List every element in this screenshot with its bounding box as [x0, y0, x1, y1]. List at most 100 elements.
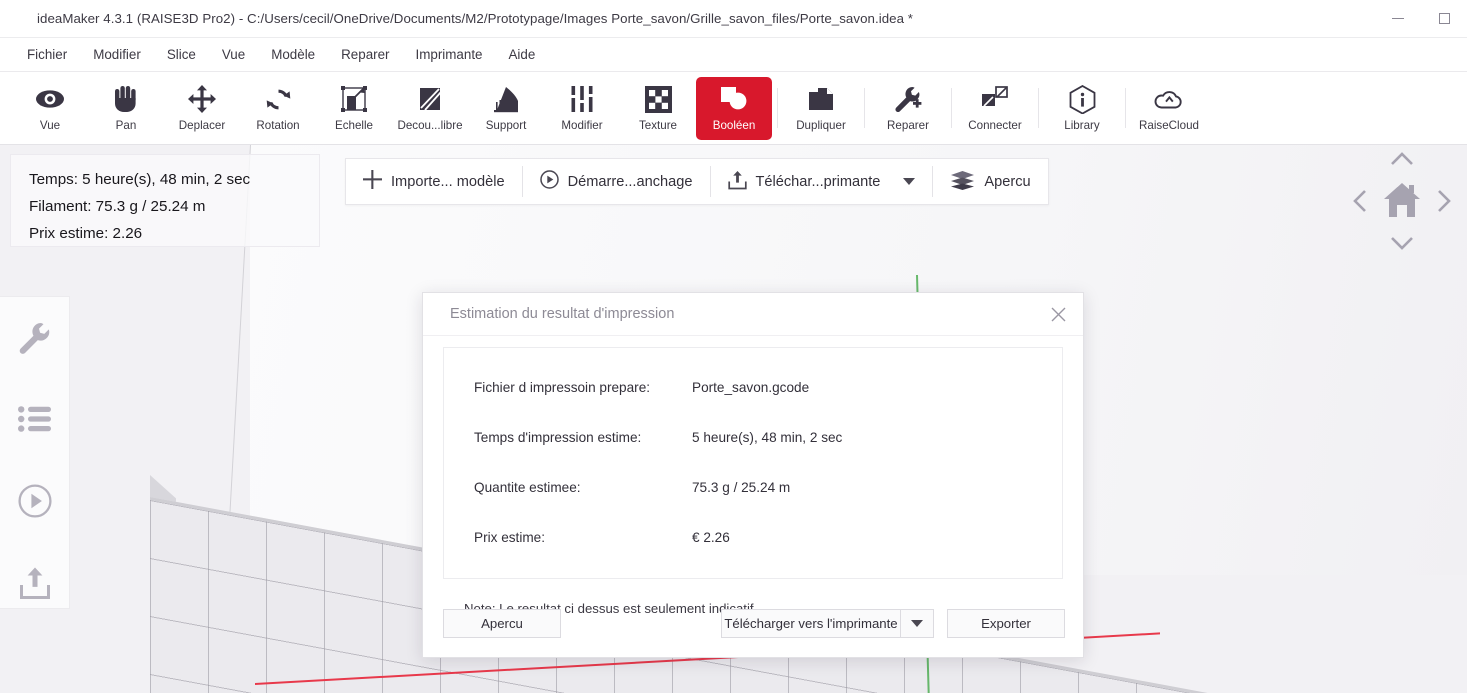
- tool-decoupe-libre[interactable]: Decou...libre: [392, 77, 468, 140]
- dialog-close-button[interactable]: [1041, 297, 1075, 331]
- dialog-body: Fichier d impressoin prepare: Porte_savo…: [423, 336, 1083, 616]
- window-controls: [1375, 0, 1467, 38]
- tool-support[interactable]: Support: [468, 77, 544, 140]
- menu-item-slice[interactable]: Slice: [154, 42, 209, 67]
- nav-right-button[interactable]: [1430, 187, 1458, 219]
- info-time: Temps: 5 heure(s), 48 min, 2 sec: [29, 171, 251, 188]
- tool-modifier[interactable]: Modifier: [544, 77, 620, 140]
- duplicate-icon: [808, 84, 835, 114]
- tool-reparer[interactable]: Reparer: [870, 77, 946, 140]
- home-icon: [1382, 181, 1422, 224]
- tool-label: Decou...libre: [397, 119, 463, 132]
- tool-library[interactable]: Library: [1044, 77, 1120, 140]
- upload-split-button: Télécharger vers l'imprimante: [721, 608, 934, 638]
- up-chevron-icon: [1390, 151, 1414, 172]
- window-title: ideaMaker 4.3.1 (RAISE3D Pro2) - C:/User…: [37, 11, 914, 26]
- dialog-export-button[interactable]: Exporter: [947, 608, 1065, 638]
- tool-label: Dupliquer: [796, 119, 846, 132]
- menu-bar: Fichier Modifier Slice Vue Modèle Repare…: [0, 38, 1467, 72]
- nav-home-button[interactable]: [1378, 178, 1426, 226]
- row-value: Porte_savon.gcode: [692, 379, 810, 395]
- row-quantity: Quantite estimee: 75.3 g / 25.24 m: [444, 462, 1062, 512]
- menu-item-fichier[interactable]: Fichier: [14, 42, 80, 67]
- tool-deplacer[interactable]: Deplacer: [164, 77, 240, 140]
- nav-down-button[interactable]: [1386, 231, 1418, 259]
- dialog-upload-dropdown[interactable]: [900, 608, 934, 638]
- estimation-rows: Fichier d impressoin prepare: Porte_savo…: [443, 347, 1063, 579]
- tool-dupliquer[interactable]: Dupliquer: [783, 77, 859, 140]
- move-arrows-icon: [188, 84, 216, 114]
- tool-boolean[interactable]: Booléen: [696, 76, 772, 140]
- chevron-down-icon: [911, 619, 923, 627]
- left-chevron-icon: [1352, 189, 1368, 218]
- left-tool-rail: [0, 296, 70, 609]
- tool-label: Support: [485, 119, 527, 132]
- close-icon: [1051, 307, 1065, 321]
- tool-connecter[interactable]: Connecter: [957, 77, 1033, 140]
- menu-item-imprimante[interactable]: Imprimante: [403, 42, 496, 67]
- nav-up-button[interactable]: [1386, 147, 1418, 175]
- menu-item-reparer[interactable]: Reparer: [328, 42, 402, 67]
- dialog-upload-button[interactable]: Télécharger vers l'imprimante: [721, 608, 900, 638]
- info-filament: Filament: 75.3 g / 25.24 m: [29, 198, 206, 215]
- upload-icon: [19, 566, 51, 604]
- chevron-down-icon[interactable]: [903, 178, 916, 185]
- row-label: Prix estime:: [474, 529, 546, 545]
- menu-item-aide[interactable]: Aide: [496, 42, 549, 67]
- print-estimation-dialog: Estimation du resultat d'impression Fich…: [422, 292, 1084, 658]
- plus-icon: [363, 170, 382, 193]
- tool-label: Reparer: [887, 119, 929, 132]
- menu-item-modifier[interactable]: Modifier: [80, 42, 154, 67]
- maximize-button[interactable]: [1421, 0, 1467, 38]
- rail-settings-button[interactable]: [12, 317, 58, 363]
- row-value: € 2.26: [692, 529, 730, 545]
- view-nav-pad: [1340, 145, 1464, 263]
- row-value: 5 heure(s), 48 min, 2 sec: [692, 429, 843, 445]
- connect-icon: [981, 84, 1009, 114]
- preview-button[interactable]: Apercu: [933, 159, 1047, 204]
- row-file: Fichier d impressoin prepare: Porte_savo…: [444, 362, 1062, 412]
- dialog-preview-button[interactable]: Apercu: [443, 608, 561, 638]
- tool-pan[interactable]: Pan: [88, 77, 164, 140]
- menu-item-modele[interactable]: Modèle: [258, 42, 328, 67]
- rotate-icon: [265, 84, 292, 114]
- list-icon: [18, 406, 51, 437]
- row-label: Fichier d impressoin prepare:: [474, 379, 651, 395]
- rail-play-button[interactable]: [12, 481, 58, 527]
- tool-rotation[interactable]: Rotation: [240, 77, 316, 140]
- layers-icon: [950, 170, 975, 194]
- wrench-plus-icon: [894, 84, 922, 114]
- tool-vue[interactable]: Vue: [12, 77, 88, 140]
- upload-printer-button[interactable]: Téléchar...primante: [711, 159, 933, 204]
- tool-label: Texture: [638, 119, 678, 132]
- maximize-icon: [1438, 13, 1450, 24]
- app-icon: [11, 9, 28, 28]
- tool-label: Rotation: [256, 119, 300, 132]
- tool-label: Library: [1064, 119, 1100, 132]
- estimate-info-panel: Temps: 5 heure(s), 48 min, 2 sec Filamen…: [10, 154, 320, 247]
- toolbar-separator: [951, 88, 952, 128]
- tool-echelle[interactable]: Echelle: [316, 77, 392, 140]
- tool-label: Echelle: [334, 119, 374, 132]
- toolbar-separator: [1038, 88, 1039, 128]
- wrench-icon: [18, 321, 51, 359]
- minimize-button[interactable]: [1375, 0, 1421, 38]
- nav-left-button[interactable]: [1346, 187, 1374, 219]
- menu-item-vue[interactable]: Vue: [209, 42, 258, 67]
- tool-raisecloud[interactable]: RaiseCloud: [1131, 77, 1207, 140]
- info-hex-icon: [1069, 84, 1096, 114]
- start-slicing-label: Démarre...anchage: [567, 173, 693, 190]
- upload-icon: [727, 170, 747, 194]
- scale-icon: [340, 84, 368, 114]
- preview-label: Apercu: [984, 173, 1031, 190]
- toolbar-separator: [1125, 88, 1126, 128]
- tool-texture[interactable]: Texture: [620, 77, 696, 140]
- main-toolbar: Vue Pan Deplacer Rotation Echelle Decou.…: [0, 72, 1467, 145]
- import-model-button[interactable]: Importe... modèle: [346, 159, 522, 204]
- dialog-title: Estimation du resultat d'impression: [450, 306, 675, 322]
- tool-label: Connecter: [968, 119, 1022, 132]
- rail-upload-button[interactable]: [12, 562, 58, 608]
- tool-label: Deplacer: [178, 119, 226, 132]
- rail-list-button[interactable]: [12, 399, 58, 445]
- start-slicing-button[interactable]: Démarre...anchage: [523, 159, 710, 204]
